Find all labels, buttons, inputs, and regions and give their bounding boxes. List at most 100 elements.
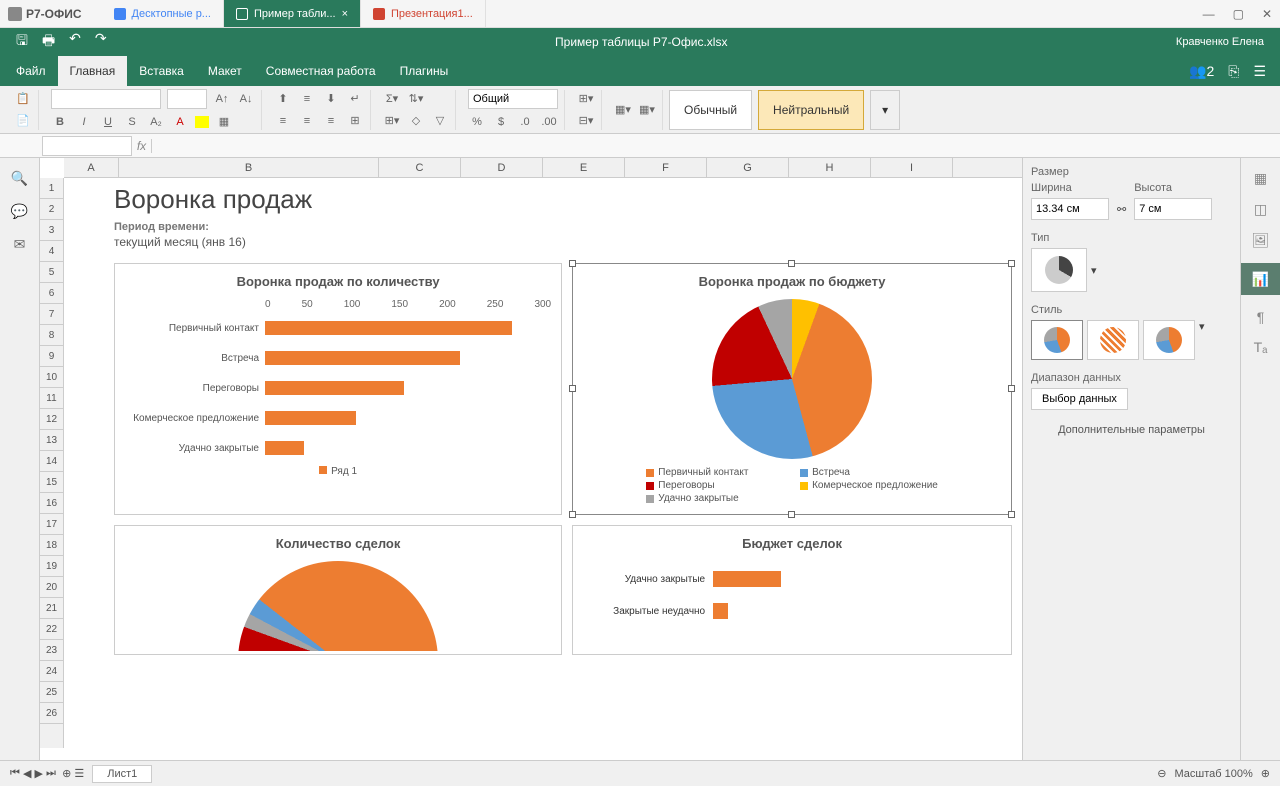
col-header[interactable]: H bbox=[789, 158, 871, 177]
paragraph-icon[interactable]: ¶ bbox=[1257, 309, 1265, 325]
align-bot-icon[interactable]: ⬇ bbox=[322, 90, 340, 108]
row-header[interactable]: 12 bbox=[40, 409, 63, 430]
sheets-list-icon[interactable]: ☰ bbox=[74, 767, 84, 780]
print-icon[interactable]: 🖶 bbox=[42, 30, 55, 54]
shape-settings-icon[interactable]: ◫ bbox=[1254, 201, 1267, 218]
dec-inc-icon[interactable]: .0 bbox=[516, 113, 534, 131]
number-format-select[interactable] bbox=[468, 89, 558, 109]
strike-button[interactable]: S bbox=[123, 113, 141, 131]
open-location-icon[interactable]: ⎘ bbox=[1228, 63, 1239, 80]
chart-type-thumb[interactable] bbox=[1031, 248, 1087, 292]
menu-collab[interactable]: Совместная работа bbox=[254, 56, 388, 86]
feedback-icon[interactable]: ✉ bbox=[14, 236, 26, 253]
menu-icon[interactable]: ☰ bbox=[1253, 63, 1266, 80]
menu-plugins[interactable]: Плагины bbox=[388, 56, 461, 86]
menu-file[interactable]: Файл bbox=[4, 56, 58, 86]
chart-deal-count[interactable]: Количество сделок bbox=[114, 525, 562, 655]
italic-button[interactable]: I bbox=[75, 113, 93, 131]
doc-tab[interactable]: Презентация1... bbox=[361, 0, 486, 27]
copy-icon[interactable]: 📋 bbox=[14, 90, 32, 108]
align-top-icon[interactable]: ⬆ bbox=[274, 90, 292, 108]
chart-deal-budget[interactable]: Бюджет сделок Удачно закрытыеЗакрытые не… bbox=[572, 525, 1012, 655]
font-select[interactable] bbox=[51, 89, 161, 109]
chevron-down-icon[interactable]: ▾ bbox=[1199, 320, 1205, 360]
inc-size-icon[interactable]: A↑ bbox=[213, 90, 231, 108]
row-header[interactable]: 9 bbox=[40, 346, 63, 367]
currency-icon[interactable]: $ bbox=[492, 113, 510, 131]
row-header[interactable]: 3 bbox=[40, 220, 63, 241]
style-dropdown[interactable]: ▾ bbox=[870, 90, 900, 130]
textart-icon[interactable]: Tₐ bbox=[1254, 339, 1268, 355]
wrap-icon[interactable]: ↵ bbox=[346, 90, 364, 108]
delete-cells-icon[interactable]: ⊟▾ bbox=[577, 112, 595, 130]
menu-layout[interactable]: Макет bbox=[196, 56, 254, 86]
cond-format-icon[interactable]: ▦▾ bbox=[614, 101, 632, 119]
row-header[interactable]: 10 bbox=[40, 367, 63, 388]
align-left-icon[interactable]: ≡ bbox=[274, 112, 292, 130]
row-header[interactable]: 25 bbox=[40, 682, 63, 703]
font-color-button[interactable]: A bbox=[171, 113, 189, 131]
next-sheet-icon[interactable]: ▶ bbox=[35, 767, 43, 780]
row-header[interactable]: 23 bbox=[40, 640, 63, 661]
table-tmpl-icon[interactable]: ▦▾ bbox=[638, 101, 656, 119]
row-header[interactable]: 7 bbox=[40, 304, 63, 325]
size-select[interactable] bbox=[167, 89, 207, 109]
col-header[interactable]: I bbox=[871, 158, 953, 177]
zoom-out-icon[interactable]: ⊖ bbox=[1157, 767, 1166, 780]
underline-button[interactable]: U bbox=[99, 113, 117, 131]
row-header[interactable]: 1 bbox=[40, 178, 63, 199]
doc-tab-active[interactable]: Пример табли...× bbox=[224, 0, 361, 27]
row-header[interactable]: 17 bbox=[40, 514, 63, 535]
image-settings-icon[interactable]: 🖼 bbox=[1252, 232, 1270, 249]
row-header[interactable]: 6 bbox=[40, 283, 63, 304]
filter-icon[interactable]: ▽ bbox=[431, 112, 449, 130]
row-header[interactable]: 19 bbox=[40, 556, 63, 577]
row-header[interactable]: 22 bbox=[40, 619, 63, 640]
col-header[interactable]: B bbox=[119, 158, 379, 177]
insert-func-icon[interactable]: ⊞▾ bbox=[383, 112, 401, 130]
col-header[interactable]: C bbox=[379, 158, 461, 177]
last-sheet-icon[interactable]: ⏭ bbox=[46, 767, 56, 780]
col-header[interactable]: F bbox=[625, 158, 707, 177]
save-icon[interactable]: 🖫 bbox=[16, 30, 28, 54]
row-header[interactable]: 2 bbox=[40, 199, 63, 220]
chevron-down-icon[interactable]: ▾ bbox=[1091, 264, 1097, 277]
row-header[interactable]: 11 bbox=[40, 388, 63, 409]
add-sheet-icon[interactable]: ⊕ bbox=[62, 767, 71, 780]
row-header[interactable]: 24 bbox=[40, 661, 63, 682]
subscript-button[interactable]: A₂ bbox=[147, 113, 165, 131]
row-header[interactable]: 4 bbox=[40, 241, 63, 262]
cells-area[interactable]: Воронка продаж Период времени: текущий м… bbox=[64, 178, 1022, 748]
row-header[interactable]: 18 bbox=[40, 535, 63, 556]
insert-cells-icon[interactable]: ⊞▾ bbox=[577, 90, 595, 108]
paste-icon[interactable]: 📄 bbox=[14, 112, 32, 130]
fx-icon[interactable]: fx bbox=[132, 139, 152, 153]
style-thumb[interactable] bbox=[1143, 320, 1195, 360]
dec-size-icon[interactable]: A↓ bbox=[237, 90, 255, 108]
minimize-icon[interactable]: — bbox=[1203, 7, 1215, 21]
merge-icon[interactable]: ⊞ bbox=[346, 112, 364, 130]
col-header[interactable]: D bbox=[461, 158, 543, 177]
row-header[interactable]: 15 bbox=[40, 472, 63, 493]
first-sheet-icon[interactable]: ⏮ bbox=[10, 767, 20, 780]
cell-reference-input[interactable] bbox=[42, 136, 132, 156]
bold-button[interactable]: B bbox=[51, 113, 69, 131]
row-header[interactable]: 26 bbox=[40, 703, 63, 724]
col-header[interactable]: G bbox=[707, 158, 789, 177]
chart-funnel-budget[interactable]: Воронка продаж по бюджету Первичный конт… bbox=[572, 263, 1012, 515]
col-header[interactable]: E bbox=[543, 158, 625, 177]
doc-tab[interactable]: Десктопные р... bbox=[102, 0, 224, 27]
dec-dec-icon[interactable]: .00 bbox=[540, 113, 558, 131]
width-input[interactable] bbox=[1031, 198, 1109, 220]
advanced-link[interactable]: Дополнительные параметры bbox=[1031, 424, 1232, 436]
style-thumb[interactable] bbox=[1087, 320, 1139, 360]
cell-style-normal[interactable]: Обычный bbox=[669, 90, 752, 130]
row-header[interactable]: 5 bbox=[40, 262, 63, 283]
row-header[interactable]: 21 bbox=[40, 598, 63, 619]
align-center-icon[interactable]: ≡ bbox=[298, 112, 316, 130]
cell-style-neutral[interactable]: Нейтральный bbox=[758, 90, 864, 130]
clear-icon[interactable]: ◇ bbox=[407, 112, 425, 130]
percent-icon[interactable]: % bbox=[468, 113, 486, 131]
sheet-tab[interactable]: Лист1 bbox=[92, 765, 152, 783]
table-settings-icon[interactable]: ▦ bbox=[1254, 170, 1267, 187]
